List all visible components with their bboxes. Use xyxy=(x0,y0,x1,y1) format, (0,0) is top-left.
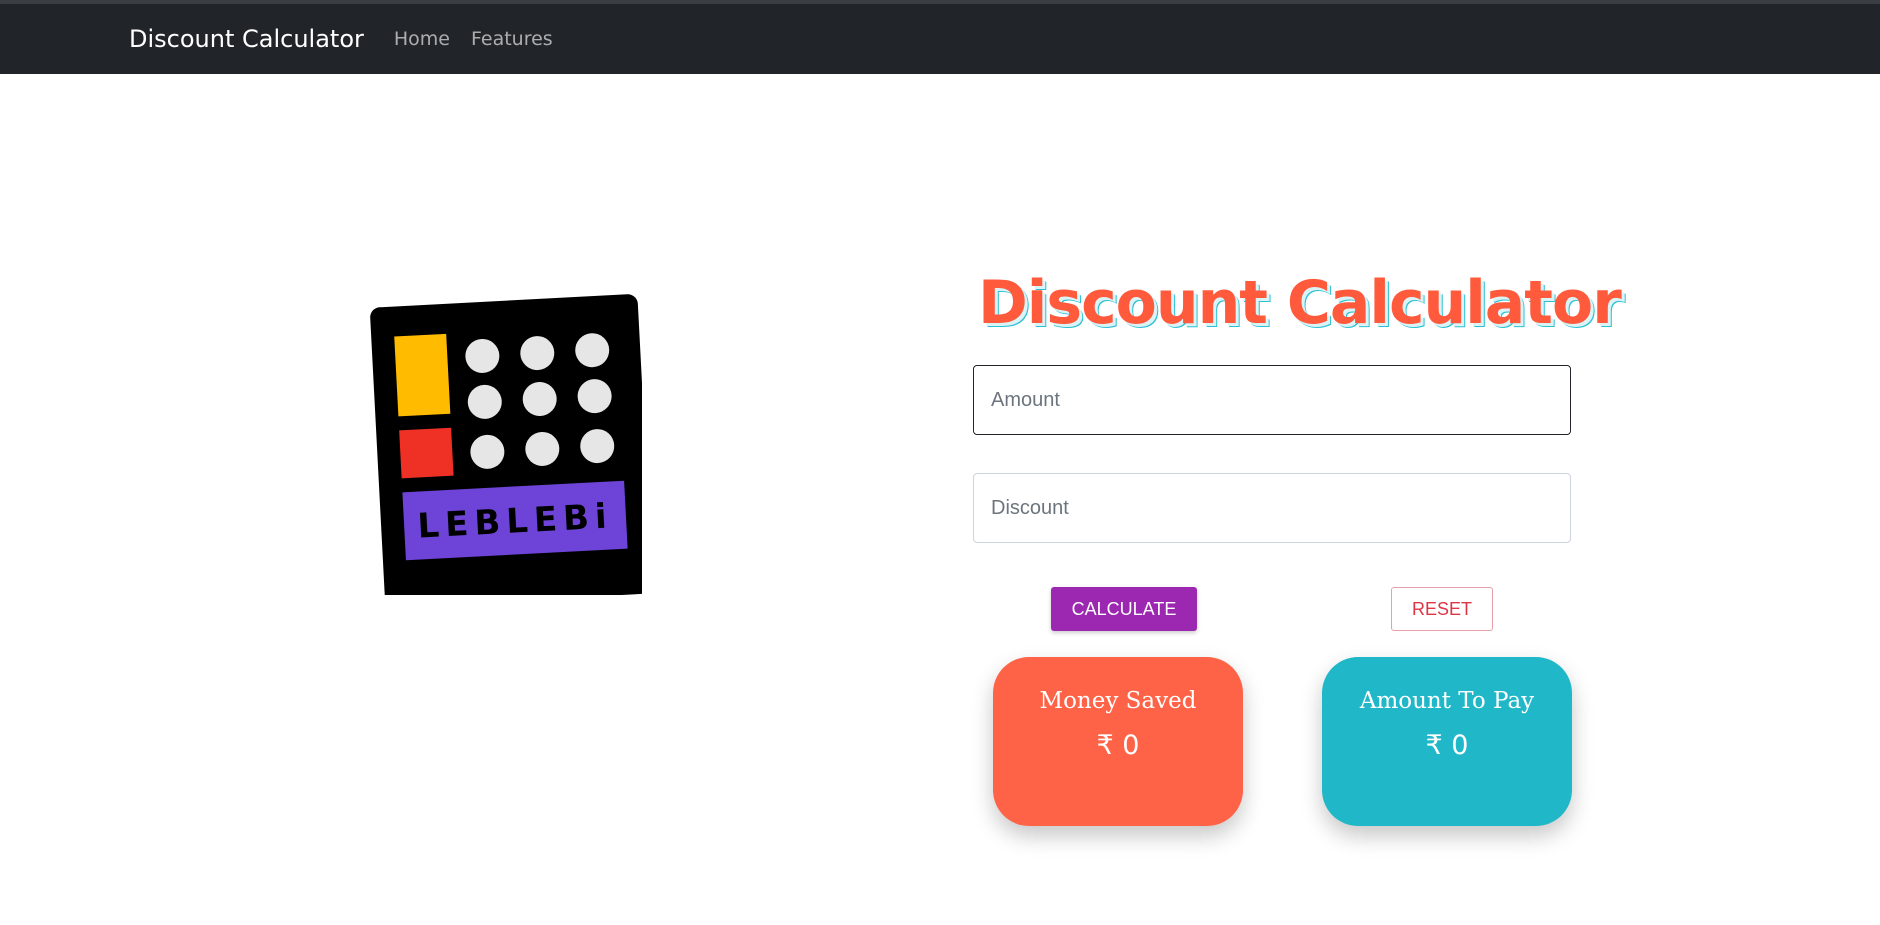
discount-input[interactable] xyxy=(973,473,1571,543)
money-saved-value: ₹ 0 xyxy=(1096,730,1140,761)
money-saved-card: Money Saved ₹ 0 xyxy=(993,657,1243,826)
amount-to-pay-title: Amount To Pay xyxy=(1359,688,1535,714)
navbar-brand[interactable]: Discount Calculator xyxy=(129,25,364,53)
page-title: Discount Calculator xyxy=(978,268,1622,338)
amount-input[interactable] xyxy=(973,365,1571,435)
amount-to-pay-value: ₹ 0 xyxy=(1425,730,1469,761)
calculate-button[interactable]: CALCULATE xyxy=(1051,587,1197,631)
nav-link-features[interactable]: Features xyxy=(471,28,553,50)
navbar: Discount Calculator Home Features xyxy=(0,4,1880,74)
amount-to-pay-card: Amount To Pay ₹ 0 xyxy=(1322,657,1572,826)
money-saved-title: Money Saved xyxy=(1039,688,1197,714)
reset-button[interactable]: RESET xyxy=(1391,587,1493,631)
nav-link-home[interactable]: Home xyxy=(394,28,450,50)
leblebi-logo: LEBLEBi xyxy=(370,294,642,595)
